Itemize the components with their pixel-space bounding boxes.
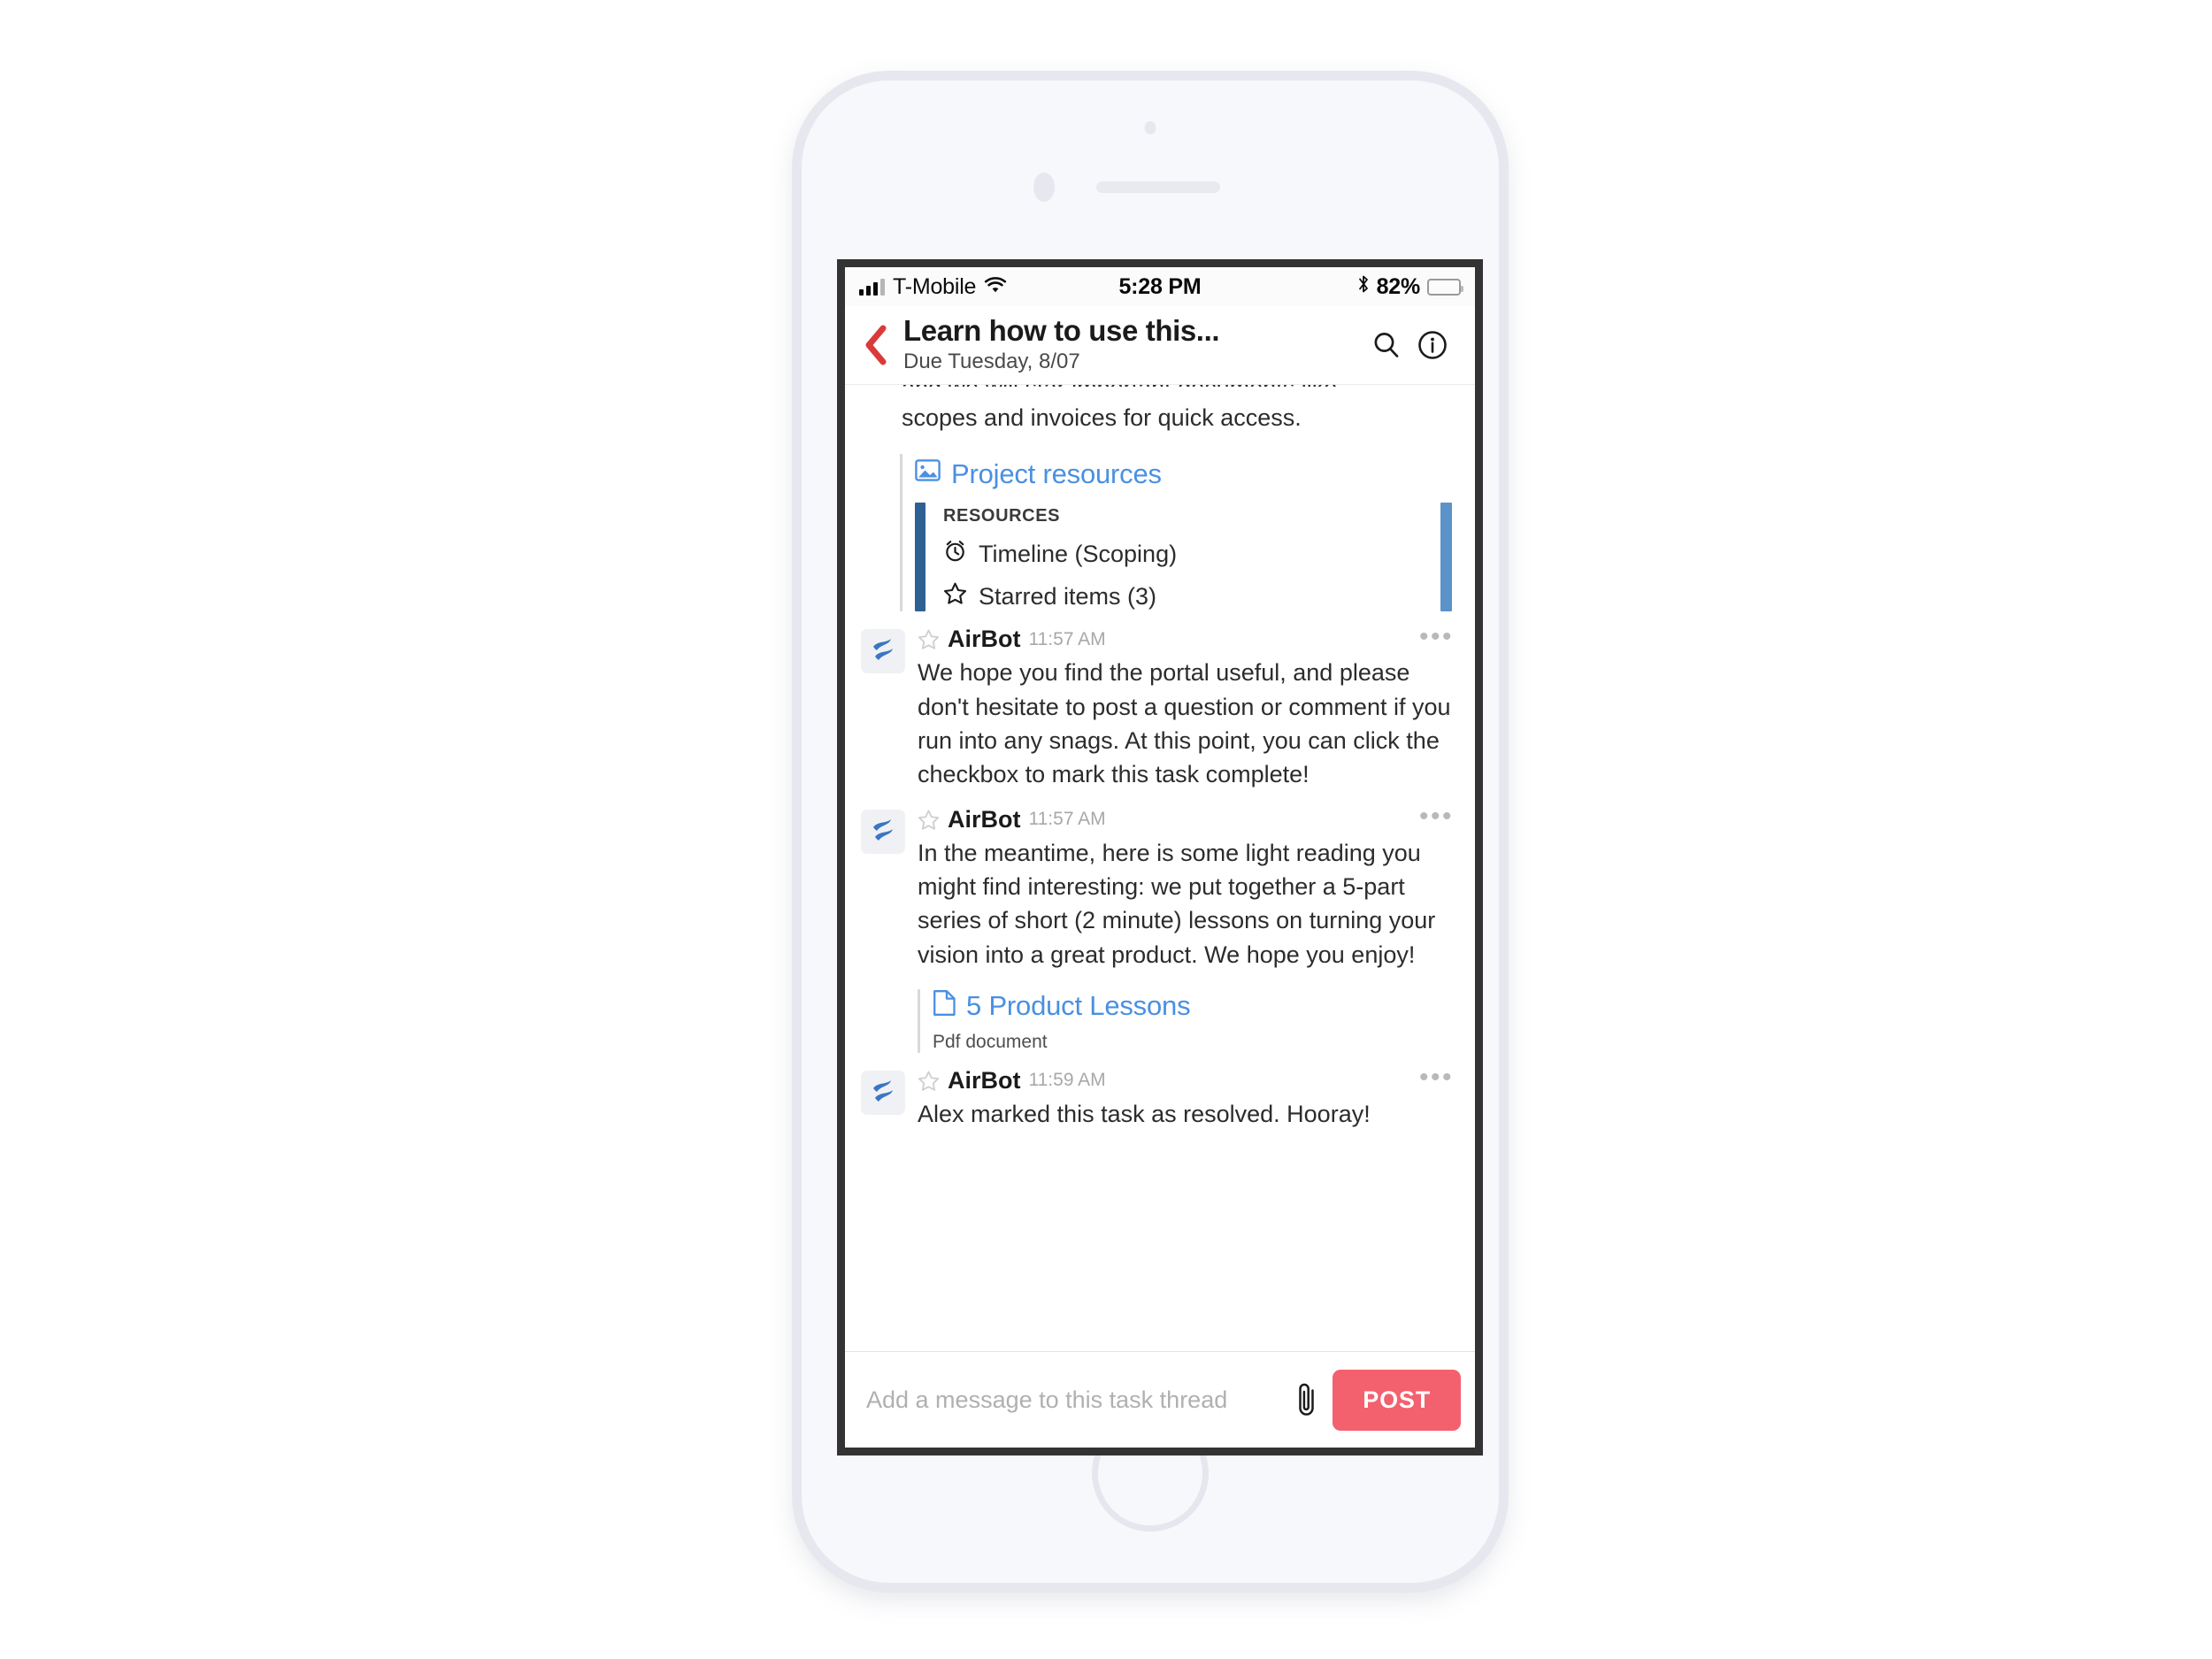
airbot-wave-avatar <box>861 629 905 674</box>
message-composer: POST <box>845 1351 1475 1448</box>
carrier-label: T-Mobile <box>893 273 977 299</box>
proximity-sensor-icon <box>1144 121 1156 134</box>
message-header: AirBot 11:59 AM ••• <box>918 1064 1454 1094</box>
attachment-subtitle: Pdf document <box>933 1031 1048 1052</box>
wifi-icon <box>984 274 1007 300</box>
message-author: AirBot <box>948 1066 1021 1094</box>
message-author: AirBot <box>948 805 1021 833</box>
phone-screen: T-Mobile 5:28 PM 82% Learn how to use th… <box>837 259 1483 1455</box>
post-button[interactable]: POST <box>1333 1369 1461 1431</box>
message-timestamp: 11:59 AM <box>1028 1070 1106 1091</box>
star-outline-icon[interactable] <box>918 809 940 831</box>
image-icon <box>915 457 941 490</box>
message-text: We hope you find the portal useful, and … <box>918 659 1451 788</box>
message-timestamp: 11:57 AM <box>1028 809 1106 830</box>
preview-content: RESOURCES Timeline (Scoping) Starred ite… <box>926 503 1454 611</box>
thread-paragraph: scopes and invoices for quick access. <box>902 404 1302 431</box>
preview-left-accent-bar <box>915 503 926 612</box>
nav-titles: Learn how to use this... Due Tuesday, 8/… <box>896 315 1363 376</box>
message-timestamp: 11:57 AM <box>1028 628 1106 649</box>
message-author: AirBot <box>948 626 1021 653</box>
back-chevron-icon[interactable] <box>856 324 896 366</box>
clipped-paragraph-line: and we will star important documents lik… <box>845 385 1475 387</box>
preview-item-label: Starred items (3) <box>979 582 1157 610</box>
attachment-card[interactable]: 5 Product Lessons Pdf document <box>918 988 1454 1053</box>
message-text: Alex marked this task as resolved. Hoora… <box>918 1100 1371 1127</box>
status-bar: T-Mobile 5:28 PM 82% <box>845 267 1475 306</box>
document-icon <box>933 989 956 1024</box>
battery-percent-label: 82% <box>1376 273 1421 299</box>
message-body: AirBot 11:57 AM ••• We hope you find the… <box>918 623 1454 791</box>
message-header: AirBot 11:57 AM ••• <box>918 623 1454 653</box>
preview-right-accent-bar <box>1440 503 1452 612</box>
earpiece-speaker <box>1096 181 1220 193</box>
message-header: AirBot 11:57 AM ••• <box>918 803 1454 833</box>
nav-header: Learn how to use this... Due Tuesday, 8/… <box>845 306 1475 385</box>
message-item[interactable]: AirBot 11:57 AM ••• We hope you find the… <box>845 611 1475 791</box>
resource-card[interactable]: Project resources RESOURCES Timeline (Sc… <box>900 454 1454 612</box>
attachment-title-row[interactable]: 5 Product Lessons <box>933 989 1454 1024</box>
more-options-icon[interactable]: ••• <box>1419 803 1454 830</box>
message-item[interactable]: AirBot 11:59 AM ••• Alex marked this tas… <box>845 1053 1475 1131</box>
page-title: Learn how to use this... <box>903 314 1220 347</box>
attachment-title: 5 Product Lessons <box>966 990 1191 1022</box>
resource-preview: RESOURCES Timeline (Scoping) Starred ite… <box>915 503 1454 612</box>
airbot-wave-avatar <box>861 809 905 854</box>
message-input[interactable] <box>864 1385 1282 1415</box>
status-bar-right: 82% <box>1202 273 1463 300</box>
message-text: In the meantime, here is some light read… <box>918 839 1436 968</box>
message-item[interactable]: AirBot 11:57 AM ••• In the meantime, her… <box>845 792 1475 1053</box>
battery-icon <box>1427 278 1463 296</box>
bluetooth-icon <box>1357 274 1370 300</box>
message-body: AirBot 11:57 AM ••• In the meantime, her… <box>918 803 1454 1053</box>
search-icon[interactable] <box>1363 329 1409 361</box>
front-camera-icon <box>1033 173 1055 202</box>
preview-item-starred[interactable]: Starred items (3) <box>943 581 1454 611</box>
status-bar-clock: 5:28 PM <box>1118 273 1202 299</box>
alarm-clock-icon <box>943 539 967 569</box>
due-date-label: Due Tuesday, 8/07 <box>903 349 1080 374</box>
preview-item-label: Timeline (Scoping) <box>979 540 1178 567</box>
resource-card-title-row[interactable]: Project resources <box>915 457 1454 490</box>
airbot-wave-avatar <box>861 1070 905 1115</box>
more-options-icon[interactable]: ••• <box>1419 1064 1454 1091</box>
star-outline-icon[interactable] <box>918 1070 940 1092</box>
star-outline-icon[interactable] <box>918 628 940 650</box>
message-body: AirBot 11:59 AM ••• Alex marked this tas… <box>918 1064 1454 1131</box>
info-circle-icon[interactable] <box>1409 329 1455 361</box>
preview-heading: RESOURCES <box>943 506 1061 526</box>
resource-card-title: Project resources <box>951 457 1162 489</box>
more-options-icon[interactable]: ••• <box>1419 623 1454 650</box>
message-thread[interactable]: and we will star important documents lik… <box>845 385 1475 1351</box>
star-icon <box>943 581 967 611</box>
preview-item-timeline[interactable]: Timeline (Scoping) <box>943 539 1454 569</box>
paperclip-icon[interactable] <box>1281 1379 1333 1420</box>
status-bar-left: T-Mobile <box>859 274 1118 300</box>
phone-device: T-Mobile 5:28 PM 82% Learn how to use th… <box>792 71 1509 1593</box>
signal-bars-icon <box>859 278 885 296</box>
